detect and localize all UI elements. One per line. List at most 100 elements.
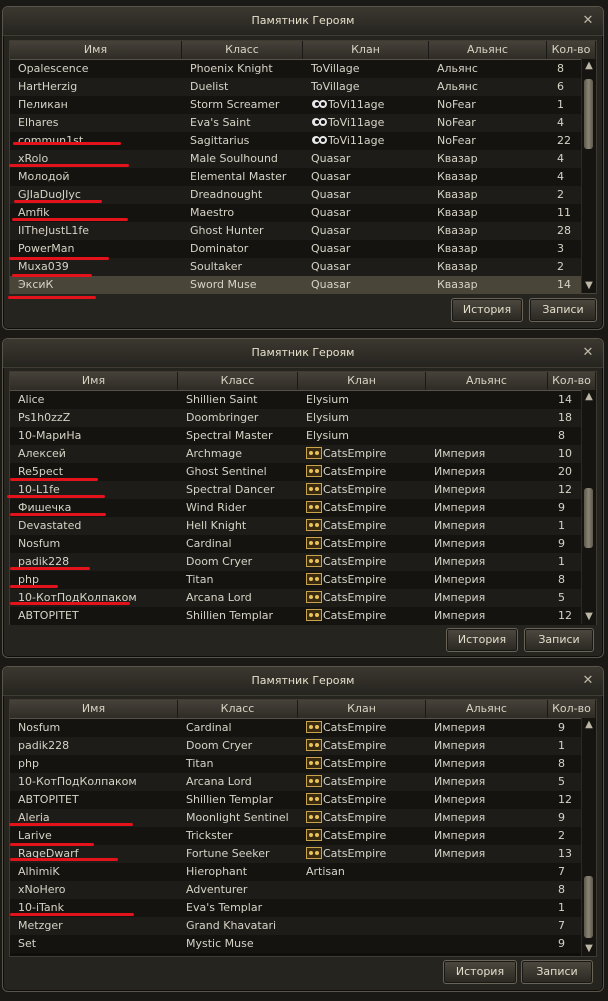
table-row[interactable]: padik228 Doom Cryer CatsEmpire Империя 1 [10, 737, 596, 755]
table-row[interactable]: АВТОРІТЕТ Shillien Templar CatsEmpire Импер… [10, 791, 596, 809]
hero-monument-window-1: Памятник Героям ✕ Имя Класс Клан Альянс … [2, 6, 604, 330]
scroll-down-icon[interactable]: ▼ [582, 280, 596, 292]
history-button[interactable]: История [443, 960, 517, 984]
table-row[interactable]: 10-МариНа Spectral Master Elysium 8 [10, 427, 596, 445]
table-row[interactable]: Set Mystic Muse 9 [10, 935, 596, 953]
history-button[interactable]: История [446, 628, 518, 652]
scroll-down-icon[interactable]: ▼ [582, 611, 596, 623]
cell-clan: CatsEmpire [298, 445, 426, 463]
cell-clan: Quasar [303, 240, 429, 258]
col-count-header[interactable]: Кол-во [548, 700, 596, 718]
cell-name: xNoHero [18, 883, 66, 896]
table-row[interactable]: xNoHero Adventurer 8 [10, 881, 596, 899]
table-row[interactable]: php Titan CatsEmpire Империя 8 [10, 755, 596, 773]
clan-name: CatsEmpire [323, 811, 387, 824]
table-row[interactable]: Nosfum Cardinal CatsEmpire Империя 9 [10, 535, 596, 553]
table-row[interactable]: Metzger Grand Khavatari 7 [10, 917, 596, 935]
cell-alliance [426, 917, 548, 935]
clan-name: Quasar [311, 188, 351, 201]
table-row[interactable]: Alice Shillien Saint Elysium 14 [10, 391, 596, 409]
scroll-thumb[interactable] [584, 876, 593, 938]
annotation-underline [10, 843, 94, 846]
col-name-header[interactable]: Имя [10, 700, 178, 718]
table-row[interactable]: Larive Trickster CatsEmpire Империя 2 [10, 827, 596, 845]
col-alliance-header[interactable]: Альянс [429, 41, 547, 59]
records-button[interactable]: Записи [521, 960, 593, 984]
records-button[interactable]: Записи [529, 298, 597, 322]
table-row[interactable]: commun1st Sagittarius ToVi11age NoFear 22 [10, 132, 596, 150]
records-button[interactable]: Записи [524, 628, 594, 652]
clan-crest-icon [306, 501, 322, 513]
col-name-header[interactable]: Имя [10, 41, 182, 59]
col-name-header[interactable]: Имя [10, 372, 178, 390]
cell-class: Ghost Sentinel [186, 465, 267, 478]
history-button[interactable]: История [451, 298, 523, 322]
cell-clan: Quasar [303, 150, 429, 168]
table-row[interactable]: Opalescence Phoenix Knight ToVillage Альянс… [10, 60, 596, 78]
table-row[interactable]: Muxa039 Soultaker Quasar Квазар 2 [10, 258, 596, 276]
table-row[interactable]: ЭксиК Sword Muse Quasar Квазар 14 [10, 276, 596, 294]
col-clan-header[interactable]: Клан [298, 700, 426, 718]
table-row[interactable]: PowerMan Dominator Quasar Квазар 3 [10, 240, 596, 258]
table-row[interactable]: 10-КотПодКолпаком Arcana Lord CatsEmpire Им… [10, 773, 596, 791]
table-row[interactable]: HartHerzig Duelist ToVillage Альянс 6 [10, 78, 596, 96]
scroll-up-icon[interactable]: ▲ [582, 391, 596, 403]
scroll-up-icon[interactable]: ▲ [582, 719, 596, 731]
scroll-down-icon[interactable]: ▼ [582, 943, 596, 955]
cell-alliance: Квазар [437, 206, 478, 219]
cell-clan: ToVillage [303, 78, 429, 96]
table-row[interactable]: Алексей Archmage CatsEmpire Империя 10 [10, 445, 596, 463]
table-row[interactable]: Пеликан Storm Screamer ToVi11age NoFear 1 [10, 96, 596, 114]
clan-name: Quasar [311, 152, 351, 165]
col-count-header[interactable]: Кол-во [548, 372, 596, 390]
table-row[interactable]: php Titan CatsEmpire Империя 8 [10, 571, 596, 589]
table-row[interactable]: Ps1h0zzZ Doombringer Elysium 18 [10, 409, 596, 427]
cell-alliance: Квазар [437, 188, 478, 201]
clan-name: CatsEmpire [323, 573, 387, 586]
cell-clan: CatsEmpire [298, 463, 426, 481]
scroll-thumb[interactable] [584, 79, 593, 149]
col-class-header[interactable]: Класс [178, 372, 298, 390]
cell-name: Metzger [18, 919, 63, 932]
clan-name: Elysium [306, 411, 349, 424]
table-row[interactable]: Devastated Hell Knight CatsEmpire Империя 1 [10, 517, 596, 535]
cell-class: Soultaker [190, 260, 243, 273]
col-class-header[interactable]: Класс [182, 41, 303, 59]
close-icon[interactable]: ✕ [581, 674, 595, 688]
clan-crest-icon [306, 483, 322, 495]
cell-clan: CatsEmpire [298, 791, 426, 809]
scroll-up-icon[interactable]: ▲ [582, 60, 596, 72]
clan-name: ToVi11age [328, 98, 385, 111]
scroll-thumb[interactable] [584, 488, 593, 548]
close-icon[interactable]: ✕ [581, 14, 595, 28]
col-clan-header[interactable]: Клан [298, 372, 426, 390]
annotation-underline [12, 218, 128, 221]
table-row[interactable]: Elhares Eva's Saint ToVi11age NoFear 4 [10, 114, 596, 132]
table-row[interactable]: padik228 Doom Cryer CatsEmpire Империя 1 [10, 553, 596, 571]
clan-name: Quasar [311, 224, 351, 237]
table-row[interactable]: АВТОРІТЕТ Shillien Templar CatsEmpire Импер… [10, 607, 596, 625]
cell-alliance: Квазар [437, 278, 478, 291]
cell-alliance [426, 427, 548, 445]
scrollbar[interactable]: ▲ ▼ [581, 390, 596, 624]
cell-class: Hell Knight [186, 519, 247, 532]
col-class-header[interactable]: Класс [178, 700, 298, 718]
scrollbar[interactable]: ▲ ▼ [581, 718, 596, 956]
clan-name: CatsEmpire [323, 609, 387, 622]
cell-clan: Quasar [303, 186, 429, 204]
col-count-header[interactable]: Кол-во [547, 41, 596, 59]
table-row[interactable]: Молодой Elemental Master Quasar Квазар 4 [10, 168, 596, 186]
cell-clan: ToVi11age [303, 132, 429, 150]
cell-clan: Elysium [298, 409, 426, 427]
col-alliance-header[interactable]: Альянс [426, 372, 548, 390]
cell-name: php [18, 757, 39, 770]
scrollbar[interactable]: ▲ ▼ [581, 59, 596, 293]
col-alliance-header[interactable]: Альянс [426, 700, 548, 718]
table-row[interactable]: Nosfum Cardinal CatsEmpire Империя 9 [10, 719, 596, 737]
close-icon[interactable]: ✕ [581, 346, 595, 360]
col-clan-header[interactable]: Клан [303, 41, 429, 59]
table-row[interactable]: AlhimiK Hierophant Artisan 7 [10, 863, 596, 881]
table-row[interactable]: IITheJustL1fe Ghost Hunter Quasar Квазар 28 [10, 222, 596, 240]
cell-alliance: Империя [434, 793, 486, 806]
cell-alliance: Квазар [437, 242, 478, 255]
